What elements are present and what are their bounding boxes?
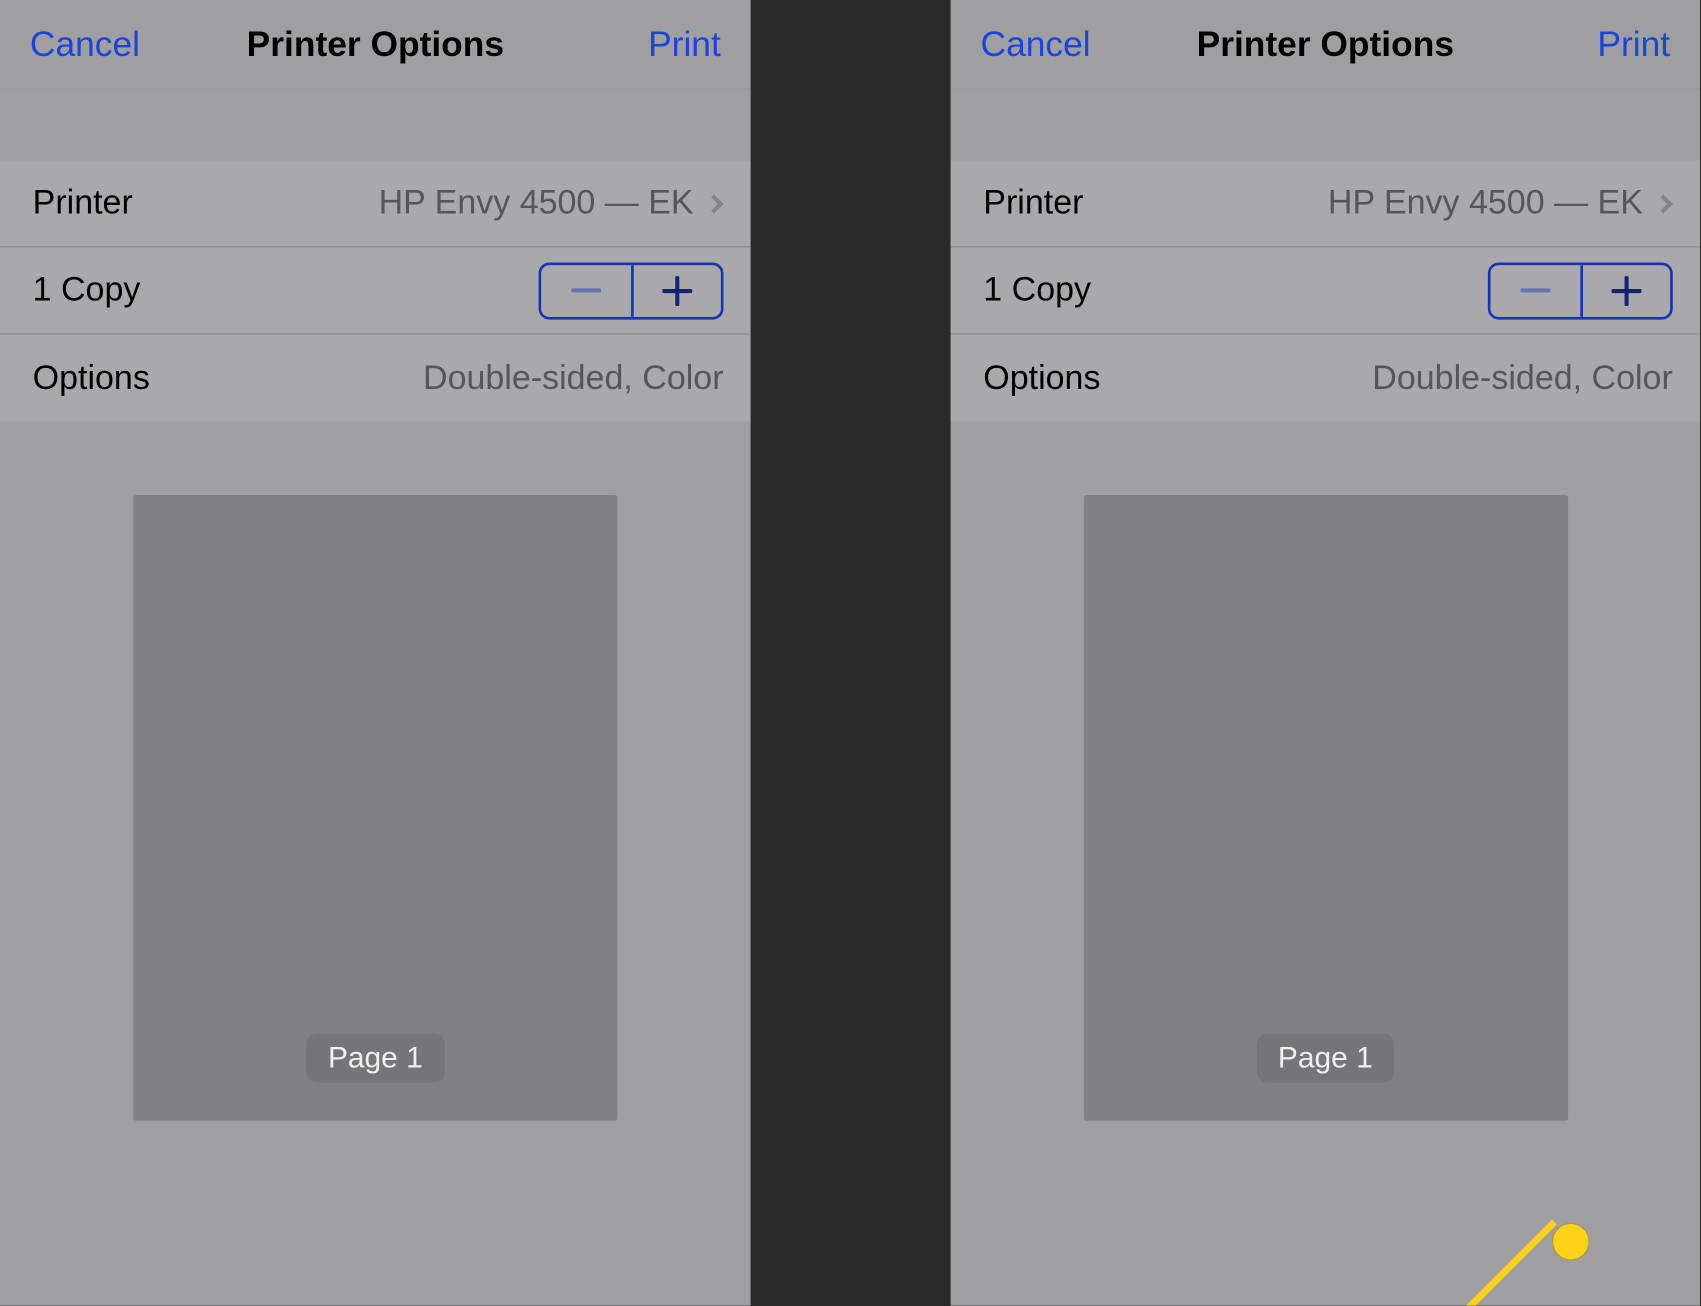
- preview-area: Page 1: [951, 422, 1700, 1197]
- cancel-button[interactable]: Cancel: [981, 23, 1091, 65]
- options-list: Printer HP Envy 4500 — EK 1 Copy Options…: [0, 160, 751, 421]
- screen-right: Cancel Printer Options Print Printer HP …: [951, 0, 1700, 1306]
- copies-label: 1 Copy: [33, 271, 141, 310]
- page-thumbnail[interactable]: Page 1: [1083, 495, 1567, 1121]
- print-button[interactable]: Print: [648, 23, 721, 65]
- chevron-right-icon: [1654, 194, 1673, 213]
- options-value: Double-sided, Color: [423, 358, 723, 397]
- printer-value: HP Envy 4500 — EK: [379, 184, 724, 223]
- options-label: Options: [33, 358, 150, 397]
- printer-label: Printer: [983, 184, 1083, 223]
- printer-row[interactable]: Printer HP Envy 4500 — EK: [951, 160, 1700, 247]
- copies-stepper: [1488, 262, 1673, 319]
- cancel-button[interactable]: Cancel: [30, 23, 140, 65]
- printer-row[interactable]: Printer HP Envy 4500 — EK: [0, 160, 751, 247]
- print-button[interactable]: Print: [1597, 23, 1670, 65]
- copies-stepper: [539, 262, 724, 319]
- plus-icon: [1612, 275, 1642, 305]
- section-gap: [951, 90, 1700, 161]
- copies-row: 1 Copy: [951, 248, 1700, 335]
- options-label: Options: [983, 358, 1100, 397]
- copies-row: 1 Copy: [0, 248, 751, 335]
- minus-icon: [571, 288, 601, 292]
- page-thumbnail[interactable]: Page 1: [133, 495, 617, 1121]
- printer-label: Printer: [33, 184, 133, 223]
- printer-value: HP Envy 4500 — EK: [1328, 184, 1673, 223]
- options-value: Double-sided, Color: [1372, 358, 1672, 397]
- section-gap: [0, 90, 751, 161]
- options-list: Printer HP Envy 4500 — EK 1 Copy Options…: [951, 160, 1700, 421]
- screen-left: Cancel Printer Options Print Printer HP …: [0, 0, 751, 1306]
- copies-decrement-button[interactable]: [541, 265, 631, 317]
- copies-label: 1 Copy: [983, 271, 1091, 310]
- copies-decrement-button[interactable]: [1491, 265, 1581, 317]
- minus-icon: [1520, 288, 1550, 292]
- page-badge: Page 1: [306, 1034, 444, 1083]
- options-row[interactable]: Options Double-sided, Color: [951, 335, 1700, 422]
- plus-icon: [662, 275, 692, 305]
- page-badge: Page 1: [1256, 1034, 1394, 1083]
- options-row[interactable]: Options Double-sided, Color: [0, 335, 751, 422]
- copies-increment-button[interactable]: [631, 265, 721, 317]
- callout-line: [1427, 1220, 1557, 1306]
- callout-dot: [1553, 1224, 1588, 1259]
- navbar: Cancel Printer Options Print: [0, 0, 751, 90]
- chevron-right-icon: [704, 194, 723, 213]
- navbar: Cancel Printer Options Print: [951, 0, 1700, 90]
- preview-area: Page 1: [0, 422, 751, 1197]
- screen-gap: [751, 0, 951, 1306]
- copies-increment-button[interactable]: [1580, 265, 1670, 317]
